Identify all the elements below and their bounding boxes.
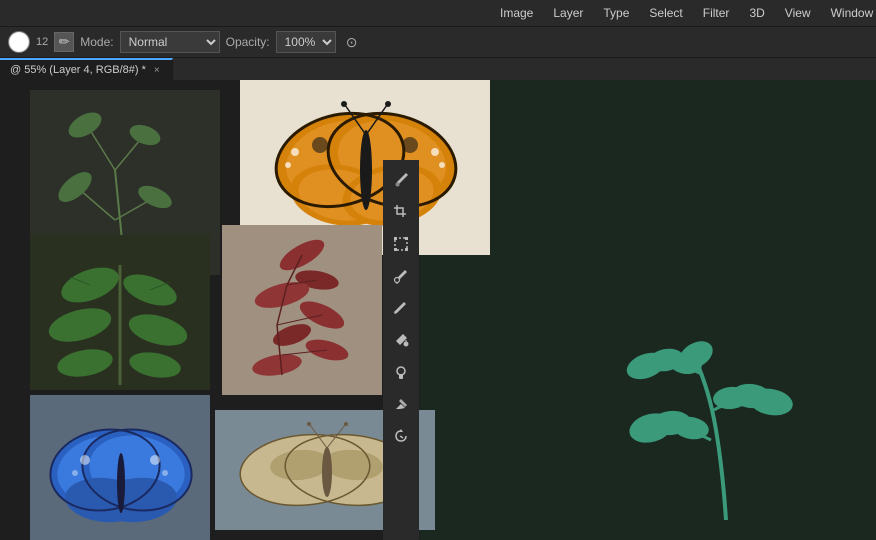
tool-panel [383, 160, 419, 540]
options-bar: 12 ✏ Mode: Normal Multiply Screen Overla… [0, 26, 876, 58]
menu-window[interactable]: Window [821, 0, 876, 26]
mode-dropdown[interactable]: Normal Multiply Screen Overlay Darken Li… [120, 31, 220, 53]
tab-label: @ 55% (Layer 4, RGB/8#) * [10, 64, 146, 76]
menu-layer[interactable]: Layer [543, 0, 593, 26]
brush-tool-button[interactable] [387, 166, 415, 194]
opacity-dropdown[interactable]: 100% 75% 50% 25% [276, 31, 336, 53]
menu-type[interactable]: Type [593, 0, 639, 26]
canvas-image-5[interactable] [30, 395, 210, 540]
paint-bucket-tool-button[interactable] [387, 326, 415, 354]
brush-preview[interactable] [8, 31, 30, 53]
menu-filter[interactable]: Filter [693, 0, 740, 26]
tab-bar: @ 55% (Layer 4, RGB/8#) * × [0, 58, 876, 80]
menu-select[interactable]: Select [639, 0, 692, 26]
clone-stamp-button[interactable] [387, 358, 415, 386]
canvas-image-4[interactable] [222, 225, 382, 395]
menu-view[interactable]: View [775, 0, 821, 26]
active-tab[interactable]: @ 55% (Layer 4, RGB/8#) * × [0, 58, 173, 80]
pencil-tool-button[interactable] [387, 294, 415, 322]
crop-tool-button[interactable] [387, 198, 415, 226]
paint-icon[interactable]: ✏ [54, 32, 74, 52]
menu-bar: Image Layer Type Select Filter 3D View W… [0, 0, 876, 26]
canvas-image-3[interactable] [30, 235, 210, 390]
menu-3d[interactable]: 3D [739, 0, 774, 26]
menu-image[interactable]: Image [490, 0, 543, 26]
mode-label: Mode: [80, 35, 113, 49]
transform-tool-button[interactable] [387, 230, 415, 258]
history-brush-button[interactable] [387, 422, 415, 450]
menu-items: Image Layer Type Select Filter 3D View W… [490, 0, 876, 26]
plant-illustration [616, 320, 816, 520]
eyedropper-tool-button[interactable] [387, 262, 415, 290]
pressure-icon[interactable]: ⊙ [342, 32, 362, 52]
eraser-tool-button[interactable] [387, 390, 415, 418]
opacity-label: Opacity: [226, 35, 270, 49]
tab-close-button[interactable]: × [152, 65, 162, 76]
canvas-area[interactable] [0, 80, 876, 540]
brush-size: 12 [36, 36, 48, 48]
